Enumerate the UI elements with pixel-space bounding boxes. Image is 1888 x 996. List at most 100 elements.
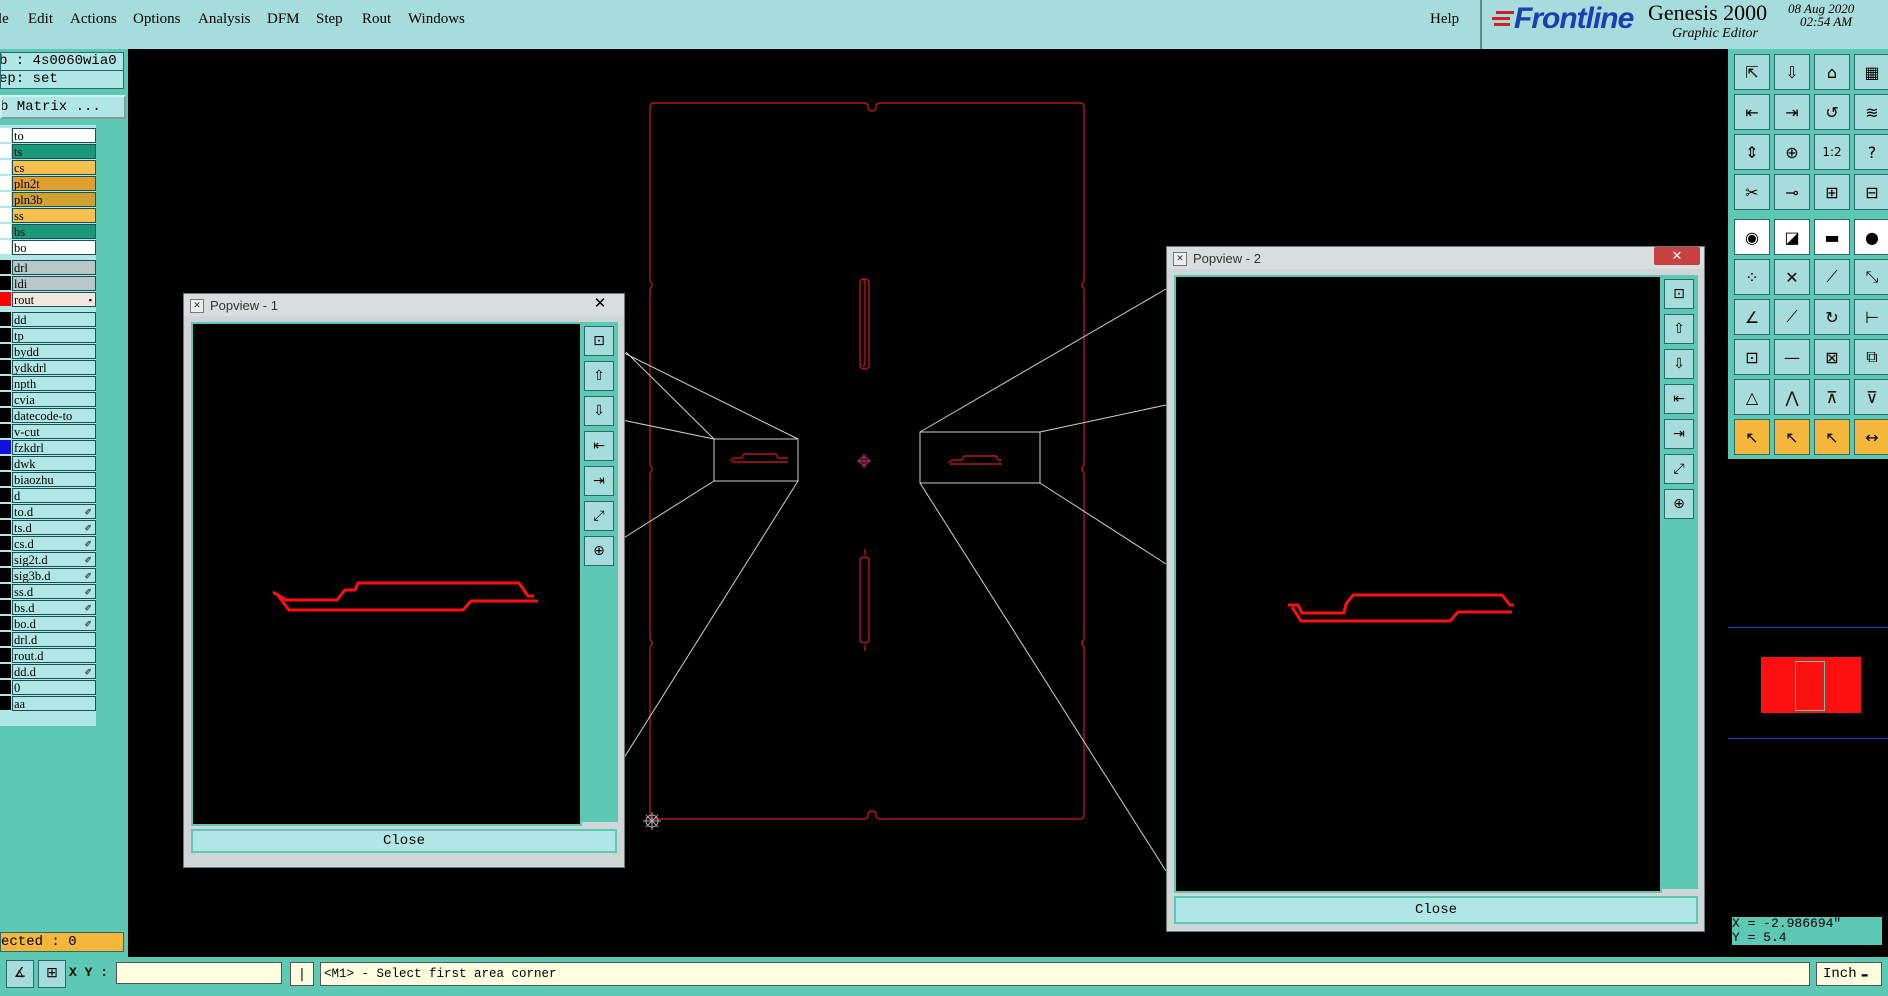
layer-row[interactable]: ldi xyxy=(0,275,96,291)
layer-name[interactable]: ts xyxy=(12,144,96,159)
layer-color-swatch[interactable] xyxy=(0,664,11,678)
tool-button-icon[interactable]: ▦ xyxy=(1854,54,1888,90)
layer-name[interactable]: rout xyxy=(12,292,96,307)
tool-button-icon[interactable]: ⊽ xyxy=(1854,379,1888,415)
layer-row[interactable]: v-cut xyxy=(0,423,96,439)
layer-row[interactable]: ss xyxy=(0,207,96,223)
layer-name[interactable]: dd xyxy=(12,312,96,327)
tool-button-icon[interactable]: ↺ xyxy=(1814,94,1850,130)
tool-button-icon[interactable]: ✕ xyxy=(1774,259,1810,295)
layer-row[interactable]: ss.d ✐ xyxy=(0,583,96,599)
layer-row[interactable]: aa xyxy=(0,695,96,711)
popview-2-view[interactable] xyxy=(1174,275,1662,893)
layer-row[interactable]: npth xyxy=(0,375,96,391)
tool-button-icon[interactable]: ⇩ xyxy=(1774,54,1810,90)
menu-file[interactable]: le xyxy=(0,11,9,28)
popview-zoom-out-icon[interactable]: ⇩ xyxy=(584,396,614,426)
layer-color-swatch[interactable] xyxy=(0,292,11,306)
layer-row[interactable]: dwk xyxy=(0,455,96,471)
layer-name[interactable]: npth xyxy=(12,376,96,391)
popview-zoom-area-icon[interactable]: ⊡ xyxy=(1664,279,1694,309)
layer-color-swatch[interactable] xyxy=(0,552,11,566)
layer-row[interactable]: dd.d ✐ xyxy=(0,663,96,679)
layer-name[interactable]: fzkdrl xyxy=(12,440,96,455)
tool-button-icon[interactable]: ⊢ xyxy=(1854,299,1888,335)
layer-name[interactable]: biaozhu xyxy=(12,472,96,487)
layer-row[interactable]: tp xyxy=(0,327,96,343)
tool-button-icon[interactable]: ⊞ xyxy=(1814,174,1850,210)
layer-row[interactable]: drl.d xyxy=(0,631,96,647)
layer-color-swatch[interactable] xyxy=(0,696,11,710)
tool-button-icon[interactable]: — xyxy=(1774,339,1810,375)
popview-1-titlebar[interactable]: ✕ Popview - 1 ✕ xyxy=(184,294,624,316)
layer-name[interactable]: d xyxy=(12,488,96,503)
popview-zoom-in-icon[interactable]: ⇧ xyxy=(1664,314,1694,344)
xy-input[interactable] xyxy=(116,962,282,984)
layer-row[interactable]: cvia xyxy=(0,391,96,407)
layer-name[interactable]: pln2t xyxy=(12,176,96,191)
popview-1-view[interactable] xyxy=(191,322,582,826)
tool-button-icon[interactable]: ⊡ xyxy=(1734,339,1770,375)
tool-button-icon[interactable]: ↖ xyxy=(1774,419,1810,455)
layer-row[interactable]: bs xyxy=(0,223,96,239)
layer-color-swatch[interactable] xyxy=(0,328,11,342)
layer-color-swatch[interactable] xyxy=(0,208,11,222)
layer-name[interactable]: tp xyxy=(12,328,96,343)
popview-pan-right-icon[interactable]: ⇥ xyxy=(1664,419,1694,449)
tool-button-icon[interactable]: ↔ xyxy=(1854,419,1888,455)
tool-button-icon[interactable]: ⊕ xyxy=(1774,134,1810,170)
tool-button-icon[interactable]: ⊠ xyxy=(1814,339,1850,375)
tool-button-icon[interactable]: ⤡ xyxy=(1854,259,1888,295)
popview-pan-left-icon[interactable]: ⇤ xyxy=(584,431,614,461)
layer-row[interactable]: rout ▪ xyxy=(0,291,96,307)
layer-color-swatch[interactable] xyxy=(0,408,11,422)
tool-button-icon[interactable]: ⊸ xyxy=(1774,174,1810,210)
layer-name[interactable]: bo xyxy=(12,240,96,255)
layer-name[interactable]: ss.d xyxy=(12,584,96,599)
layer-name[interactable]: pln3b xyxy=(12,192,96,207)
tool-button-icon[interactable]: ? xyxy=(1854,134,1888,170)
layer-name[interactable]: ss xyxy=(12,208,96,223)
tool-button-icon[interactable]: ⁘ xyxy=(1734,259,1770,295)
popview-zoom-area-icon[interactable]: ⊡ xyxy=(584,326,614,356)
tool-button-icon[interactable]: ◉ xyxy=(1734,219,1770,255)
layer-name[interactable]: to.d xyxy=(12,504,96,519)
layer-name[interactable]: 0 xyxy=(12,680,96,695)
layer-row[interactable]: cs xyxy=(0,159,96,175)
popview-fit-icon[interactable]: ⤢ xyxy=(584,501,614,531)
layer-row[interactable]: cs.d ✐ xyxy=(0,535,96,551)
tool-button-icon[interactable]: ⇥ xyxy=(1774,94,1810,130)
layer-name[interactable]: cs.d xyxy=(12,536,96,551)
layer-name[interactable]: drl.d xyxy=(12,632,96,647)
layer-color-swatch[interactable] xyxy=(0,360,11,374)
layer-color-swatch[interactable] xyxy=(0,616,11,630)
layer-color-swatch[interactable] xyxy=(0,312,11,326)
tool-button-icon[interactable]: ⊟ xyxy=(1854,174,1888,210)
layer-row[interactable]: ts.d ✐ xyxy=(0,519,96,535)
menu-windows[interactable]: Windows xyxy=(408,11,465,28)
layer-color-swatch[interactable] xyxy=(0,648,11,662)
layer-row[interactable]: to xyxy=(0,127,96,143)
layer-name[interactable]: datecode-to xyxy=(12,408,96,423)
tool-button-icon[interactable]: ⋀ xyxy=(1774,379,1810,415)
layer-row[interactable]: pln2t xyxy=(0,175,96,191)
menu-step[interactable]: Step xyxy=(316,11,343,28)
tool-button-icon[interactable]: ⇱ xyxy=(1734,54,1770,90)
menu-options[interactable]: Options xyxy=(133,11,181,28)
layer-color-swatch[interactable] xyxy=(0,424,11,438)
menu-dfm[interactable]: DFM xyxy=(267,11,300,28)
layer-color-swatch[interactable] xyxy=(0,192,11,206)
popview-1-window[interactable]: ✕ Popview - 1 ✕ ⊡ ⇧ ⇩ ⇤ ⇥ ⤢ ⊕ Close xyxy=(183,293,625,868)
layer-color-swatch[interactable] xyxy=(0,376,11,390)
popview-2-window[interactable]: ✕ Popview - 2 ✕ ⊡ ⇧ ⇩ ⇤ ⇥ ⤢ ⊕ Close xyxy=(1166,246,1705,932)
layer-row[interactable]: datecode-to xyxy=(0,407,96,423)
layer-name[interactable]: bs.d xyxy=(12,600,96,615)
layer-row[interactable]: ts xyxy=(0,143,96,159)
layer-name[interactable]: aa xyxy=(12,696,96,711)
layer-color-swatch[interactable] xyxy=(0,276,11,290)
layer-row[interactable]: 0 xyxy=(0,679,96,695)
layer-row[interactable]: rout.d xyxy=(0,647,96,663)
layer-color-swatch[interactable] xyxy=(0,392,11,406)
tool-button-icon[interactable]: ↖ xyxy=(1734,419,1770,455)
tool-button-icon[interactable]: ⇤ xyxy=(1734,94,1770,130)
